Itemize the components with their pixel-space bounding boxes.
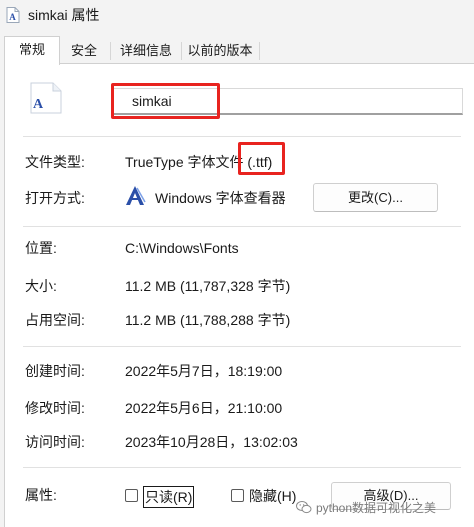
tab-security[interactable]: 安全	[60, 38, 108, 63]
hidden-checkbox-group[interactable]: 隐藏(H)	[231, 486, 301, 506]
readonly-label: 只读(R)	[143, 486, 195, 508]
accessed-label: 访问时间:	[25, 434, 85, 450]
font-file-icon: A	[6, 7, 20, 23]
tab-details[interactable]: 详细信息	[112, 38, 180, 63]
watermark-text: python数据可视化之美	[316, 501, 437, 515]
hidden-label: 隐藏(H)	[249, 488, 297, 504]
readonly-checkbox[interactable]	[125, 489, 138, 502]
divider	[23, 467, 461, 468]
location-label: 位置:	[25, 240, 57, 256]
tab-separator	[259, 42, 260, 60]
location-value: C:\Windows\Fonts	[125, 240, 239, 256]
file-name-value: simkai	[132, 93, 172, 109]
font-viewer-icon	[126, 186, 146, 205]
wechat-icon	[296, 501, 312, 514]
modified-value: 2022年5月6日，21:10:00	[125, 400, 283, 416]
hidden-checkbox[interactable]	[231, 489, 244, 502]
divider	[23, 136, 461, 137]
file-name-input[interactable]: simkai	[111, 88, 463, 115]
general-panel: A simkai 文件类型: TrueType 字体文件 (.ttf) 打开方式…	[4, 63, 474, 527]
size-value: 11.2 MB (11,787,328 字节)	[125, 278, 291, 294]
size-on-disk-value: 11.2 MB (11,788,288 字节)	[125, 312, 291, 328]
opens-with-value: Windows 字体查看器	[155, 190, 286, 206]
title-bar: A simkai 属性	[0, 0, 474, 30]
readonly-checkbox-group[interactable]: 只读(R)	[125, 486, 195, 508]
divider	[23, 346, 461, 347]
size-on-disk-label: 占用空间:	[25, 312, 85, 328]
attributes-label: 属性:	[25, 487, 57, 503]
tab-separator	[110, 42, 111, 60]
tab-general[interactable]: 常规	[4, 36, 60, 65]
modified-label: 修改时间:	[25, 400, 85, 416]
font-file-icon: A	[30, 82, 62, 114]
svg-text:A: A	[9, 12, 16, 22]
properties-window: A simkai 属性 常规 安全 详细信息 以前的版本 A simkai 文件…	[0, 0, 474, 527]
created-value: 2022年5月7日，18:19:00	[125, 363, 283, 379]
file-type-label: 文件类型:	[25, 154, 85, 170]
accessed-value: 2023年10月28日，13:02:03	[125, 434, 298, 450]
divider	[23, 226, 461, 227]
tab-strip: 常规 安全 详细信息 以前的版本	[0, 36, 474, 65]
window-title: simkai 属性	[28, 7, 100, 23]
created-label: 创建时间:	[25, 363, 85, 379]
opens-with-label: 打开方式:	[25, 190, 85, 206]
size-label: 大小:	[25, 278, 57, 294]
change-button[interactable]: 更改(C)...	[313, 183, 438, 212]
file-type-value: TrueType 字体文件 (.ttf)	[125, 154, 273, 170]
svg-text:A: A	[33, 97, 44, 112]
tab-previous-versions[interactable]: 以前的版本	[182, 38, 258, 63]
